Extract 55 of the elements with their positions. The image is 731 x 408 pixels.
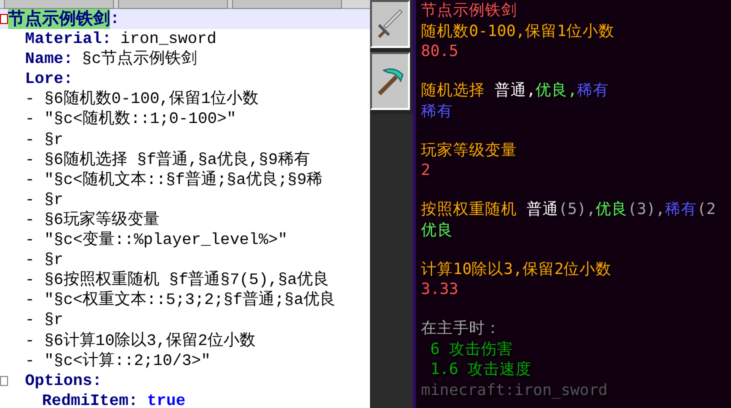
- tooltip-line: 优良: [421, 220, 454, 240]
- tooltip-line: 节点示例铁剑: [421, 0, 518, 20]
- tooltip-text: 稀有: [665, 200, 697, 218]
- yaml-value: §c节点示例铁剑: [82, 49, 198, 70]
- yaml-key: Material:: [25, 29, 112, 50]
- tooltip-line: 计算10除以3,保留2位小数: [421, 258, 613, 279]
- editor-tab[interactable]: [118, 0, 228, 9]
- inventory-slot[interactable]: [370, 52, 410, 110]
- list-item-text: - §r: [25, 190, 64, 210]
- tooltip-text: 普通: [526, 200, 558, 218]
- list-item-text: - "§c<随机文本::§f普通;§a优良;§9稀: [25, 170, 323, 190]
- tooltip-line: 6 攻击伤害: [429, 338, 514, 359]
- tooltip-text: 随机选择: [421, 81, 486, 99]
- tooltip-text: 普通,: [494, 81, 536, 99]
- fold-toggle-icon[interactable]: [0, 14, 8, 24]
- fold-toggle-icon[interactable]: [0, 376, 8, 386]
- editor-tab[interactable]: [4, 0, 114, 9]
- list-item-text: - §r: [25, 130, 64, 150]
- yaml-key: Name:: [25, 49, 74, 70]
- colon-text: :: [110, 9, 120, 30]
- list-item-text: - §6按照权重随机 §f普通§7(5),§a优良: [25, 270, 330, 290]
- list-item-text: - "§c<计算::2;10/3>": [25, 350, 211, 371]
- list-item-text: - §r: [25, 310, 64, 330]
- tooltip-line: 2: [421, 160, 432, 180]
- tooltip-text: (3),: [628, 200, 665, 218]
- tooltip-text: 优良: [596, 200, 628, 218]
- tooltip-text: (5),: [558, 200, 596, 218]
- tooltip-line: 随机数0-100,保留1位小数: [421, 20, 616, 41]
- yaml-key: RedmiItem:: [42, 390, 138, 408]
- tooltip-line: 80.5: [421, 41, 460, 62]
- list-item-text: - §6随机选择 §f普通,§a优良,§9稀有: [25, 150, 310, 170]
- list-item-text: - §r: [25, 250, 64, 270]
- tooltip-text: (2: [697, 200, 716, 218]
- tooltip-line: 玩家等级变量: [421, 140, 518, 160]
- list-item-text: - "§c<变量::%player_level%>": [25, 230, 288, 250]
- list-item-text: - §6随机数0-100,保留1位小数: [25, 89, 259, 110]
- list-item-text: - "§c<权重文本::5;3;2;§f普通;§a优良: [25, 290, 336, 310]
- tooltip-text: 按照权重随机: [421, 200, 518, 218]
- yaml-key: Options:: [25, 370, 102, 391]
- tooltip-line: 稀有: [421, 100, 454, 121]
- yaml-key: 节点示例铁剑: [8, 9, 110, 30]
- tooltip-text: 优良,: [536, 81, 578, 99]
- list-item-text: - "§c<随机数::1;0-100>": [25, 109, 236, 130]
- tooltip-line: 1.6 攻击速度: [429, 359, 533, 380]
- yaml-key: Lore:: [25, 69, 74, 90]
- inventory-slot[interactable]: [370, 0, 410, 48]
- tooltip-line: 3.33: [421, 279, 460, 300]
- yaml-value: true: [147, 390, 186, 408]
- tooltip-text: 稀有: [577, 81, 610, 99]
- tooltip-line: 在主手时：: [421, 318, 502, 338]
- list-item-text: - §6计算10除以3,保留2位小数: [25, 330, 256, 351]
- tooltip-line: minecraft:iron_sword: [421, 380, 609, 400]
- editor-tab[interactable]: [232, 0, 342, 9]
- yaml-value: iron_sword: [120, 29, 216, 50]
- list-item-text: - §6玩家等级变量: [25, 210, 160, 230]
